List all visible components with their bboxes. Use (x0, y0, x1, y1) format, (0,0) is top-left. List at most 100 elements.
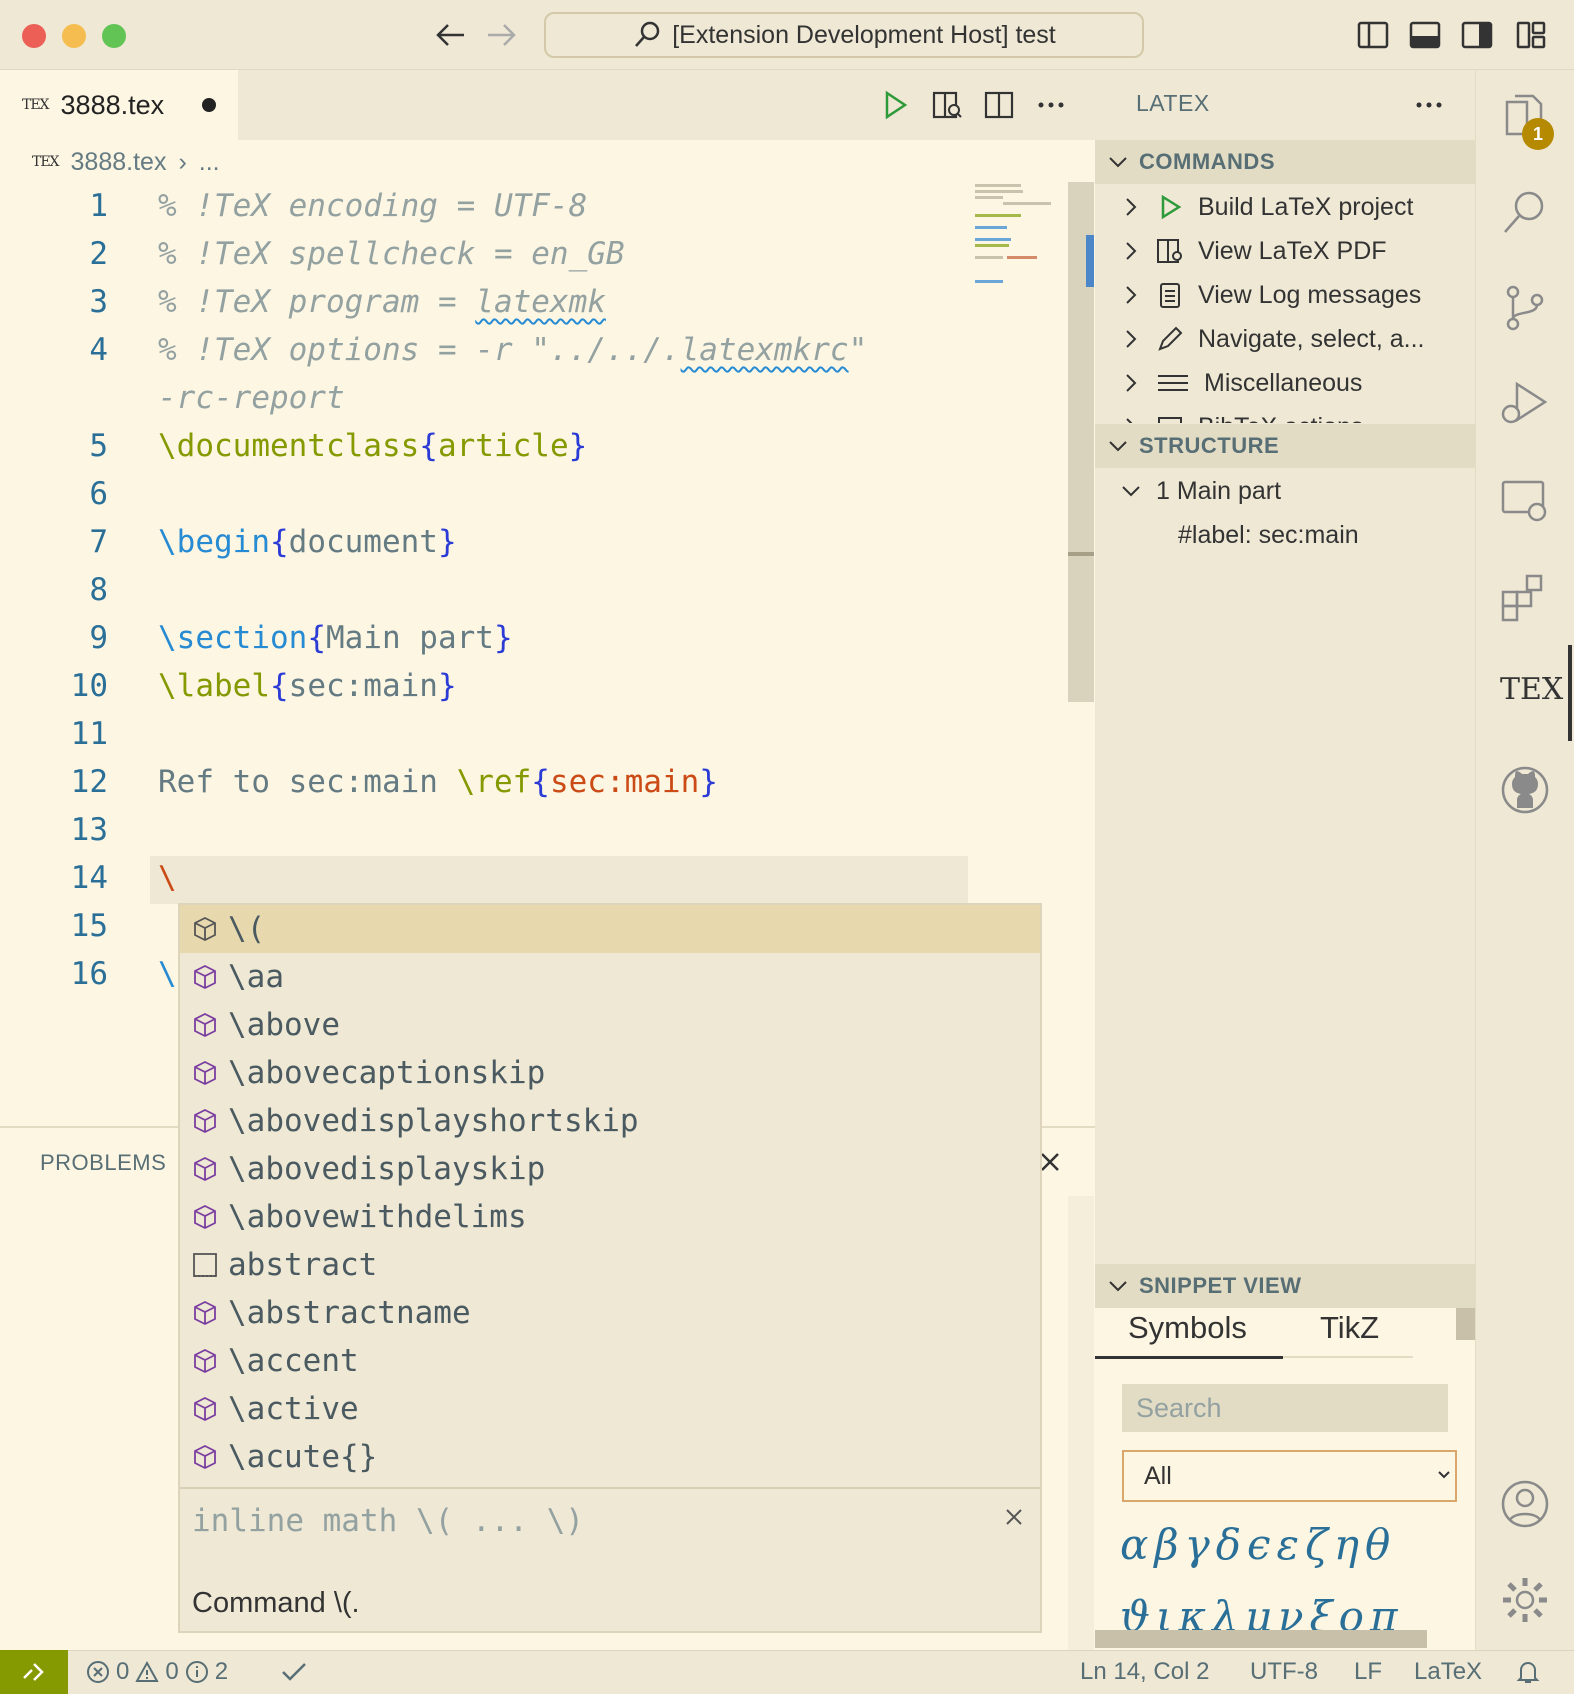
snippet-scrollbar-thumb[interactable] (1456, 1308, 1475, 1340)
code-line-wrap[interactable]: -rc-report (158, 380, 345, 416)
language-mode[interactable]: LaTeX (1414, 1658, 1482, 1686)
close-details-icon[interactable] (1002, 1505, 1026, 1529)
suggestion-details: inline math \( ... \) Command \(. (180, 1487, 1040, 1633)
play-icon (1161, 194, 1182, 220)
suggestion-item[interactable]: \abstractname (180, 1289, 1040, 1337)
tex-icon[interactable]: TEX (1500, 672, 1563, 707)
panel-scrollbar[interactable] (1068, 1196, 1094, 1650)
suggestion-item[interactable]: \accent (180, 1337, 1040, 1385)
structure-item-section[interactable]: 1 Main part (1120, 469, 1281, 513)
build-play-icon[interactable] (878, 88, 912, 122)
code-line[interactable]: % !TeX spellcheck = en_GB (158, 236, 625, 272)
encoding-status[interactable]: UTF-8 (1250, 1658, 1318, 1686)
remote-indicator[interactable] (0, 1650, 68, 1694)
tab-3888-tex[interactable]: TEX 3888.tex (0, 70, 238, 140)
extensions-icon[interactable] (1497, 570, 1553, 626)
problems-status[interactable]: 0 0 2 (86, 1658, 228, 1686)
code-line[interactable]: % !TeX encoding = UTF-8 (158, 188, 587, 224)
run-debug-icon[interactable] (1497, 376, 1553, 432)
eol-status[interactable]: LF (1354, 1658, 1382, 1686)
snippet-view-header[interactable]: SNIPPET VIEW (1095, 1264, 1475, 1308)
command-build[interactable]: Build LaTeX project (1120, 185, 1413, 229)
line-number: 16 (70, 956, 108, 992)
code-line[interactable]: \documentclass{article} (158, 428, 587, 464)
maximize-window-button[interactable] (102, 24, 126, 48)
unsaved-dot-icon[interactable] (202, 98, 217, 112)
sidebar-more-icon[interactable] (1412, 90, 1446, 120)
snippet-horizontal-scrollbar[interactable] (1095, 1630, 1427, 1648)
suggestion-item[interactable]: \aa (180, 953, 1040, 1001)
snippet-tab-symbols[interactable]: Symbols (1128, 1310, 1247, 1346)
split-editor-icon[interactable] (982, 88, 1016, 122)
suggestion-item[interactable]: \( (180, 905, 1040, 953)
github-icon[interactable] (1497, 762, 1553, 818)
line-number: 3 (89, 284, 108, 320)
check-icon[interactable] (280, 1660, 308, 1684)
structure-item-label[interactable]: #label: sec:main (1178, 513, 1359, 557)
code-line[interactable]: % !TeX options = -r "../../.latexmkrc" (158, 332, 867, 368)
brace: } (437, 524, 457, 560)
command-misc[interactable]: Miscellaneous (1120, 361, 1362, 405)
command-bibtex[interactable]: BibTeX actions (1120, 405, 1363, 423)
toggle-secondary-sidebar-icon[interactable] (1460, 18, 1494, 52)
code-line[interactable]: \label{sec:main} (158, 668, 457, 704)
commands-section-header[interactable]: COMMANDS (1095, 140, 1475, 184)
code-line[interactable]: \ (158, 956, 177, 992)
panel-tab-problems[interactable]: PROBLEMS (40, 1150, 166, 1176)
suggestion-item[interactable]: \abovedisplayskip (180, 1145, 1040, 1193)
snippet-category-select[interactable]: All (1122, 1450, 1457, 1502)
suggestion-item[interactable]: abstract (180, 1241, 1040, 1289)
structure-section-header[interactable]: STRUCTURE (1095, 424, 1475, 468)
snippet-tab-tikz[interactable]: TikZ (1320, 1310, 1379, 1346)
breadcrumb-file[interactable]: 3888.tex (71, 148, 167, 177)
source-control-icon[interactable] (1497, 280, 1553, 336)
minimize-window-button[interactable] (62, 24, 86, 48)
more-actions-icon[interactable] (1034, 88, 1068, 122)
suggestion-item[interactable]: \above (180, 1001, 1040, 1049)
code-line[interactable]: Ref to sec:main \ref{sec:main} (158, 764, 718, 800)
chevron-right-icon: › (178, 147, 187, 176)
brace: } (568, 428, 588, 464)
forward-arrow-icon[interactable] (484, 20, 518, 50)
minimap[interactable] (975, 182, 1055, 292)
view-pdf-icon[interactable] (930, 88, 964, 122)
command-view-pdf[interactable]: View LaTeX PDF (1120, 229, 1387, 273)
back-arrow-icon[interactable] (434, 20, 468, 50)
suggestion-item[interactable]: \active (180, 1385, 1040, 1433)
cursor-position[interactable]: Ln 14, Col 2 (1080, 1658, 1209, 1686)
chevron-down-icon (1438, 1471, 1450, 1479)
code-line[interactable]: \section{Main part} (158, 620, 513, 656)
spelling-squiggle[interactable]: latexmk (475, 284, 606, 320)
symbols-row[interactable]: αβγδϵεζηθ (1120, 1520, 1460, 1569)
code-line[interactable]: \begin{document} (158, 524, 457, 560)
command-view-log[interactable]: View Log messages (1120, 273, 1421, 317)
remote-icon (23, 1663, 44, 1681)
toggle-primary-sidebar-icon[interactable] (1356, 18, 1390, 52)
suggestion-item[interactable]: \abovecaptionskip (180, 1049, 1040, 1097)
close-window-button[interactable] (22, 24, 46, 48)
search-icon[interactable] (1497, 184, 1553, 240)
suggestion-label: \abovewithdelims (228, 1199, 527, 1235)
spelling-squiggle[interactable]: latexmkrc (681, 332, 849, 368)
breadcrumb-more[interactable]: ... (199, 148, 220, 177)
account-icon[interactable] (1497, 1476, 1553, 1532)
line-number: 12 (70, 764, 108, 800)
command-navigate[interactable]: Navigate, select, a... (1120, 317, 1425, 361)
snippet-search-input[interactable]: Search (1122, 1384, 1448, 1432)
chevron-down-icon (1122, 486, 1140, 497)
bell-icon[interactable] (1514, 1658, 1542, 1686)
customize-layout-icon[interactable] (1514, 18, 1548, 52)
suggestion-item[interactable]: \abovewithdelims (180, 1193, 1040, 1241)
suggestion-item[interactable]: \abovedisplayshortskip (180, 1097, 1040, 1145)
suggestion-item[interactable]: \acute{} (180, 1433, 1040, 1481)
argument-token: article (437, 428, 569, 464)
search-icon (635, 21, 660, 47)
code-line[interactable]: % !TeX program = latexmk (158, 284, 606, 320)
gear-icon[interactable] (1497, 1572, 1553, 1628)
code-line-current[interactable]: \ (158, 860, 177, 896)
toggle-panel-icon[interactable] (1408, 18, 1442, 52)
command-center-search[interactable]: [Extension Development Host] test (544, 12, 1144, 58)
remote-explorer-icon[interactable] (1497, 474, 1553, 530)
suggestion-widget[interactable]: \( \aa \above \abovecaptionskip \abovedi… (178, 903, 1042, 1633)
status-bar (0, 1650, 1574, 1694)
